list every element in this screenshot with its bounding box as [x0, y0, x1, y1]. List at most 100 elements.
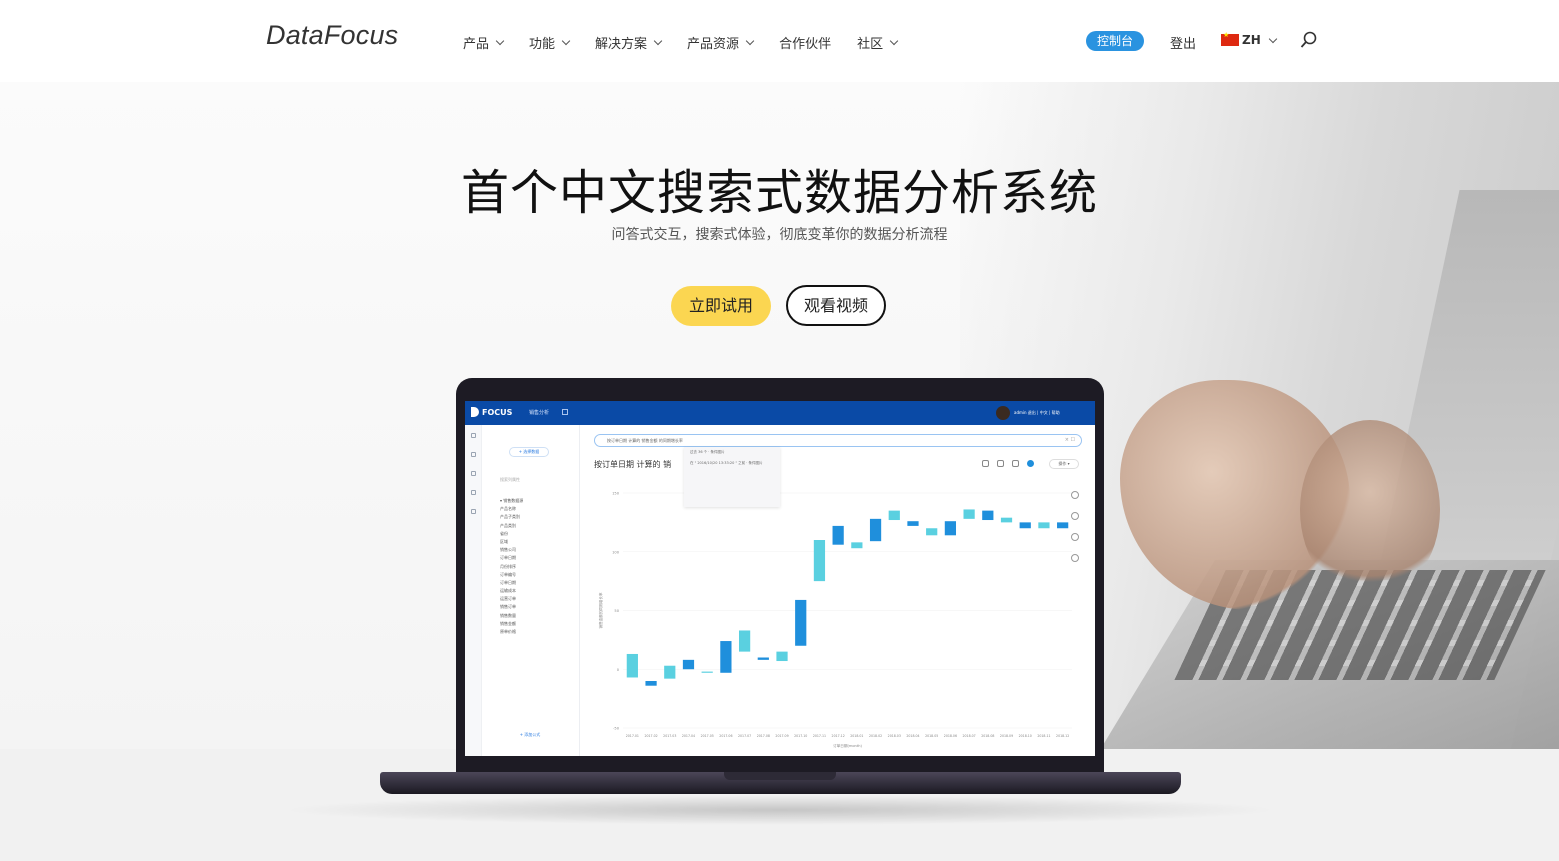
sidebar-item: 运输成本 — [500, 588, 516, 594]
chevron-down-icon — [1268, 34, 1277, 43]
x-tick-label: 2017.03 — [663, 734, 676, 738]
app-search-bar: 按订单日期 计算的 销售金额 的同期增长率 × ☐ — [594, 434, 1082, 447]
x-tick-label: 2017.09 — [775, 734, 788, 738]
chart-bar — [645, 681, 657, 686]
sidebar-item: 订单日期 — [500, 555, 516, 561]
x-tick-label: 2017.04 — [682, 734, 695, 738]
chart-toolbar — [982, 460, 1034, 467]
sidebar-item: 产品子类别 — [500, 514, 520, 520]
app-topbar: FOCUS 销售分析 admin 退出 | 中文 | 帮助 — [465, 401, 1095, 425]
sidebar-item: 产品类别 — [500, 522, 516, 528]
nav-label: 解决方案 — [595, 36, 648, 52]
refresh-icon — [1071, 533, 1079, 541]
x-tick-label: 2017.08 — [757, 734, 770, 738]
add-formula-button: + 添加公式 — [519, 732, 541, 737]
laptop-notch — [724, 772, 836, 780]
console-button[interactable]: 控制台 — [1086, 31, 1144, 51]
hero-title: 首个中文搜索式数据分析系统 — [460, 165, 1098, 221]
app-logo-text: FOCUS — [482, 407, 513, 417]
nav-item-community[interactable]: 社区 — [857, 33, 899, 52]
trend-icon — [1071, 491, 1079, 499]
chart-bar — [795, 599, 807, 646]
chart-bar — [1038, 522, 1050, 529]
page: DataFocus 产品 功能 解决方案 产品资源 合作伙伴 社区 控制台 登出… — [0, 0, 1559, 861]
chart-bar — [738, 630, 751, 652]
focus-logo-icon — [471, 407, 479, 417]
sidebar-search: 搜索列属性 — [500, 477, 520, 482]
x-tick-label: 2017.07 — [738, 734, 751, 738]
nav-item-features[interactable]: 功能 — [529, 33, 571, 52]
site-header: DataFocus 产品 功能 解决方案 产品资源 合作伙伴 社区 控制台 登出… — [0, 0, 1559, 82]
avatar — [996, 406, 1010, 420]
watch-video-button[interactable]: 观看视频 — [786, 285, 886, 326]
search-icon[interactable] — [1300, 31, 1318, 49]
sidebar-item: 销售订单 — [500, 604, 516, 610]
rail-clock-icon — [471, 471, 476, 476]
nav-label: 功能 — [529, 36, 556, 52]
nav-item-product[interactable]: 产品 — [463, 33, 505, 52]
language-selector[interactable]: ZH — [1221, 31, 1277, 47]
chart-bar — [664, 665, 676, 679]
y-tick-label: 100 — [612, 550, 620, 554]
sidebar-item: 销售公司 — [500, 547, 516, 553]
chart-bar — [869, 518, 882, 542]
nav-item-partners[interactable]: 合作伙伴 — [779, 33, 831, 52]
nav-item-resources[interactable]: 产品资源 — [687, 33, 755, 52]
x-tick-label: 2017.02 — [644, 734, 657, 738]
nav-label: 社区 — [857, 36, 884, 52]
sidebar-item: 销售金额 — [500, 620, 516, 626]
nav-label: 产品资源 — [687, 36, 740, 52]
suggestion-item: 在 " 2016/10/20 13:33:20 " 之前 · 条件图片 — [690, 461, 763, 465]
rail-settings-icon — [471, 509, 476, 514]
photo-hand-right — [1300, 420, 1440, 600]
table-icon — [1012, 460, 1019, 467]
chart-bar — [1057, 522, 1069, 529]
chart-bar — [813, 540, 826, 582]
settings-icon — [1071, 512, 1079, 520]
sidebar-item: 省份 — [500, 530, 508, 536]
chevron-down-icon — [561, 36, 571, 45]
site-logo[interactable]: DataFocus — [266, 20, 398, 51]
chart-type-icon — [1027, 460, 1034, 467]
chevron-down-icon — [653, 36, 663, 45]
rail-database-icon — [471, 490, 476, 495]
y-axis-label: 销售金额的同期增长率 — [598, 592, 603, 628]
suggestion-item: 过去 36 个 · 条件图片 — [690, 450, 725, 454]
x-tick-label: 2017.11 — [813, 734, 826, 738]
sidebar-item: 原单价格 — [500, 629, 516, 634]
gear-icon — [997, 460, 1004, 467]
x-tick-label: 2017.05 — [701, 734, 714, 738]
x-tick-label: 2018.04 — [906, 734, 919, 738]
x-tick-label: 2018.05 — [925, 734, 938, 738]
chart-bar — [1019, 522, 1031, 529]
main-nav: 产品 功能 解决方案 产品资源 合作伙伴 社区 — [463, 33, 923, 52]
x-tick-label: 2018.03 — [888, 734, 901, 738]
app-sidebar: + 选择数据 搜索列属性 ▾ 销售数据源 产品名称 产品子类别 产品类别 省份 … — [482, 425, 580, 756]
sidebar-item: 订单日期 — [500, 579, 516, 585]
x-tick-label: 2017.10 — [794, 734, 807, 738]
operations-button: 操作 ▾ — [1049, 459, 1079, 469]
x-tick-label: 2018.10 — [1019, 734, 1032, 738]
sidebar-column-list: ▾ 销售数据源 产品名称 产品子类别 产品类别 省份 区域 销售公司 订单日期 … — [500, 497, 523, 636]
copy-icon — [562, 409, 568, 415]
try-now-button[interactable]: 立即试用 — [671, 286, 771, 326]
app-tab-title: 销售分析 — [529, 410, 550, 416]
x-tick-label: 2018.02 — [869, 734, 882, 738]
nav-item-solutions[interactable]: 解决方案 — [595, 33, 663, 52]
chart-bar — [776, 651, 788, 662]
rail-grid-icon — [471, 452, 476, 457]
chart-bar — [626, 653, 638, 678]
pin-icon — [982, 460, 989, 467]
x-axis-label: 订单日期(month) — [833, 743, 862, 748]
chart-bar — [757, 657, 769, 660]
app-logo: FOCUS — [471, 407, 512, 417]
laptop-screen: FOCUS 销售分析 admin 退出 | 中文 | 帮助 + 选择数据 搜索列… — [465, 401, 1095, 756]
laptop-shadow — [280, 795, 1280, 825]
sidebar-item: 运营订单 — [500, 596, 516, 602]
nav-label: 产品 — [463, 36, 490, 52]
chart-bar — [982, 510, 994, 521]
logout-link[interactable]: 登出 — [1170, 33, 1196, 52]
sidebar-item: 区域 — [500, 538, 508, 544]
chart-bar — [907, 521, 919, 526]
waterfall-chart: 150 100 50 0 -50 销售金额的同期增长率 2017.01 2017.02 2017… — [598, 492, 1072, 748]
